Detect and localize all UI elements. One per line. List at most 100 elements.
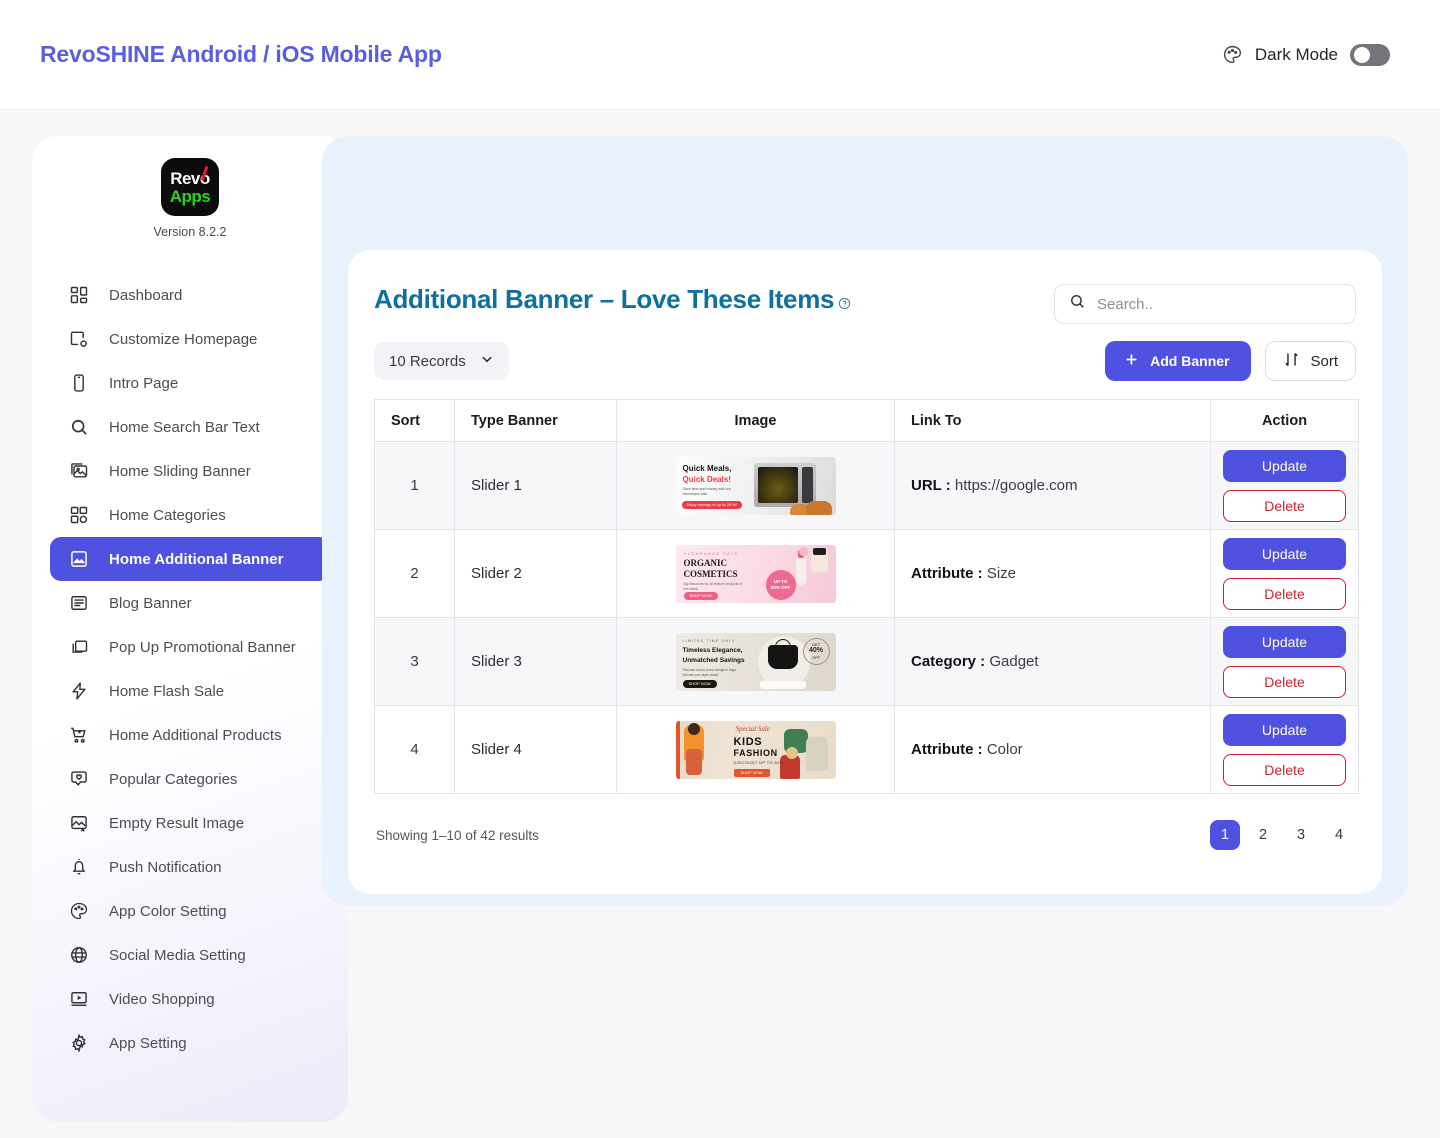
thumb-body: Discover luxury iconic designer bags. El… (682, 667, 737, 677)
sidebar-item-label: Blog Banner (109, 594, 192, 612)
sidebar-item-label: Intro Page (109, 374, 179, 392)
cell-type-banner: Slider 3 (454, 617, 617, 706)
sidebar-item-intro-page[interactable]: Intro Page (50, 361, 330, 405)
sidebar-item-app-setting[interactable]: App Setting (50, 1021, 330, 1065)
pagination: 1 2 3 4 (1210, 820, 1354, 850)
sidebar-item-home-flash-sale[interactable]: Home Flash Sale (50, 669, 330, 713)
dark-mode-toggle[interactable] (1350, 43, 1390, 66)
update-button[interactable]: Update (1223, 537, 1346, 570)
sidebar-item-social-media-setting[interactable]: Social Media Setting (50, 933, 330, 977)
update-button[interactable]: Update (1223, 625, 1346, 658)
sidebar-item-dashboard[interactable]: Dashboard (50, 273, 330, 317)
cell-link-to: URL : https://google.com (894, 441, 1211, 530)
page-button-3[interactable]: 3 (1286, 820, 1316, 850)
bell-icon (68, 856, 90, 878)
cell-link-to: Attribute : Size (894, 529, 1211, 618)
page-button-1[interactable]: 1 (1210, 820, 1240, 850)
thumb-headline-1: Timeless Elegance, (682, 646, 743, 654)
question-circle-icon[interactable] (838, 286, 851, 317)
thumb-headline-2: Unmatched Savings (682, 656, 745, 664)
page-shell: Revo Apps Version 8.2.2 Dashboard Custom… (0, 110, 1440, 1138)
logo-line-2: Apps (169, 186, 211, 206)
column-header-link-to: Link To (894, 399, 1211, 442)
page-button-4[interactable]: 4 (1324, 820, 1354, 850)
images-icon (68, 460, 90, 482)
sidebar-item-home-categories[interactable]: Home Categories (50, 493, 330, 537)
sidebar-item-blog-banner[interactable]: Blog Banner (50, 581, 330, 625)
sidebar-item-push-notification[interactable]: Push Notification (50, 845, 330, 889)
sidebar-item-home-additional-products[interactable]: Home Additional Products (50, 713, 330, 757)
cell-image: CLEARANCE SALE ORGANIC COSMETICS Big dis… (616, 529, 895, 618)
add-banner-button[interactable]: Add Banner (1105, 341, 1252, 381)
sidebar-item-pop-up-promotional-banner[interactable]: Pop Up Promotional Banner (50, 625, 330, 669)
cell-image: LIMITED TIME ONLY Timeless Elegance, Unm… (616, 617, 895, 706)
sidebar-item-popular-categories[interactable]: Popular Categories (50, 757, 330, 801)
column-header-type-banner: Type Banner (454, 399, 617, 442)
article-icon (68, 592, 90, 614)
cell-image: Quick Meals, Quick Deals! Save time and … (616, 441, 895, 530)
page-button-2[interactable]: 2 (1248, 820, 1278, 850)
sidebar-item-label: App Color Setting (109, 902, 227, 920)
palette-icon (68, 900, 90, 922)
update-button[interactable]: Update (1223, 713, 1346, 746)
app-version: Version 8.2.2 (153, 225, 227, 239)
cell-image: Special Sale KIDS FASHION DISCOUNT UP TO… (616, 705, 895, 794)
sidebar-item-label: Pop Up Promotional Banner (109, 638, 296, 656)
thumb-headline-2: COSMETICS (683, 568, 738, 579)
table-footer: Showing 1–10 of 42 results 1 2 3 4 (374, 820, 1356, 850)
cell-sort: 3 (374, 617, 455, 706)
dark-mode-control[interactable]: Dark Mode (1222, 43, 1390, 66)
delete-button[interactable]: Delete (1223, 753, 1346, 786)
sidebar-item-home-additional-banner[interactable]: Home Additional Banner (50, 537, 330, 581)
table-header-row: Sort Type Banner Image Link To Action (374, 399, 1359, 442)
cell-action: Update Delete (1210, 617, 1359, 706)
cart-plus-icon (68, 724, 90, 746)
thumb-discount-badge: UP TO 80% OFF (765, 569, 796, 600)
sidebar-item-video-shopping[interactable]: Video Shopping (50, 977, 330, 1021)
link-value: https://google.com (954, 477, 1078, 494)
thumb-script: Special Sale (735, 724, 770, 733)
badge-mid: 40% (808, 646, 823, 654)
card-header: Additional Banner – Love These Items (374, 284, 1356, 324)
bottle-graphic (795, 554, 806, 585)
cell-type-banner: Slider 4 (454, 705, 617, 794)
records-per-page-select[interactable]: 10 Records (374, 342, 509, 380)
globe-icon (68, 944, 90, 966)
flower-graphic (798, 546, 808, 556)
dark-mode-label: Dark Mode (1254, 44, 1338, 64)
kid-graphic-c (805, 736, 828, 771)
microwave-graphic (753, 462, 816, 507)
thumb-headline-1: KIDS (733, 735, 763, 748)
accent-bar (675, 720, 680, 779)
food-graphic-a (805, 500, 832, 515)
table-row: 2 Slider 2 CLEARANCE SALE ORGANIC COSMET… (374, 529, 1359, 618)
sidebar-item-app-color-setting[interactable]: App Color Setting (50, 889, 330, 933)
delete-button[interactable]: Delete (1223, 577, 1346, 610)
sidebar-item-label: Customize Homepage (109, 330, 258, 348)
table-body: 1 Slider 1 Quick Meals, Quick Deals! Sav… (374, 441, 1359, 794)
delete-button[interactable]: Delete (1223, 489, 1346, 522)
sidebar-item-empty-result-image[interactable]: Empty Result Image (50, 801, 330, 845)
sidebar: Revo Apps Version 8.2.2 Dashboard Custom… (32, 136, 348, 1122)
cell-type-banner: Slider 1 (454, 441, 617, 530)
sidebar-item-home-search-bar-text[interactable]: Home Search Bar Text (50, 405, 330, 449)
link-value: Color (986, 741, 1023, 758)
thumb-headline-2: FASHION (733, 747, 778, 758)
delete-button[interactable]: Delete (1223, 665, 1346, 698)
link-key: Attribute : (911, 565, 983, 582)
column-header-image: Image (616, 399, 895, 442)
link-value: Size (986, 565, 1017, 582)
sidebar-item-label: Home Additional Banner (109, 550, 284, 568)
sidebar-item-label: Home Additional Products (109, 726, 282, 744)
link-key: Attribute : (911, 741, 983, 758)
sidebar-item-home-sliding-banner[interactable]: Home Sliding Banner (50, 449, 330, 493)
link-key: URL : (911, 477, 951, 494)
sort-button[interactable]: Sort (1265, 341, 1356, 381)
search-box[interactable] (1054, 284, 1356, 324)
sidebar-item-customize-homepage[interactable]: Customize Homepage (50, 317, 330, 361)
sidebar-item-label: Home Categories (109, 506, 226, 524)
update-button[interactable]: Update (1223, 449, 1346, 482)
search-input[interactable] (1097, 295, 1341, 313)
cell-action: Update Delete (1210, 705, 1359, 794)
records-select-label: 10 Records (389, 352, 466, 370)
